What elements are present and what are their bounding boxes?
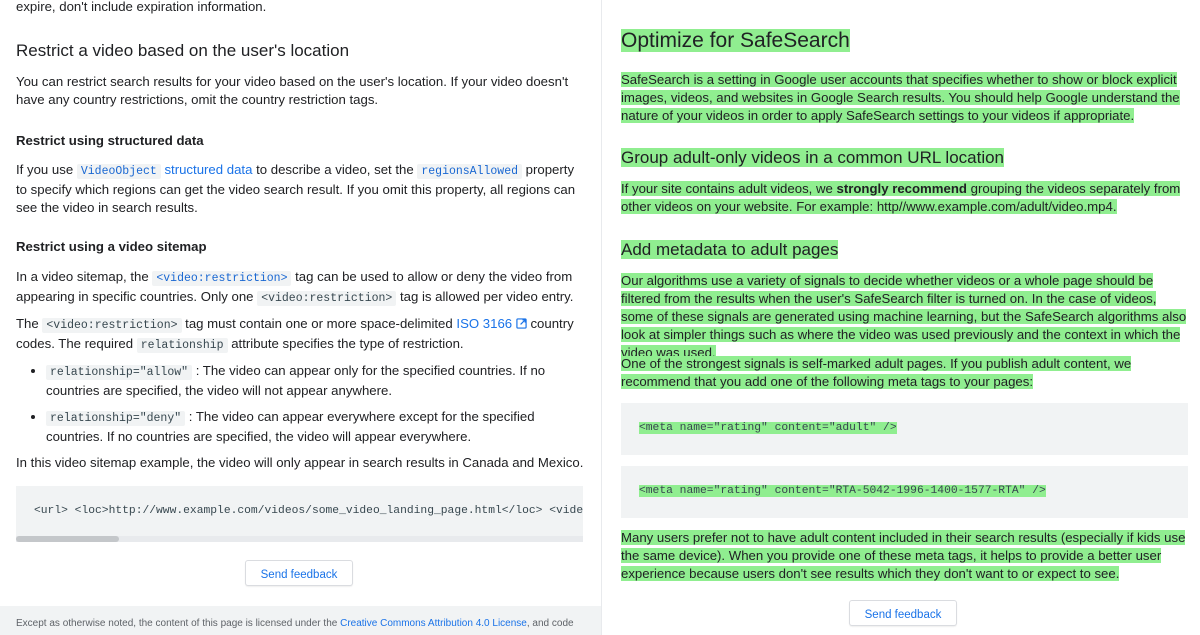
heading-group-adult-videos: Group adult-only videos in a common URL … xyxy=(621,146,1189,170)
license-text: Except as otherwise noted, the content o… xyxy=(16,617,574,631)
paragraph-restriction-format: The <video:restriction> tag must contain… xyxy=(16,315,586,355)
highlighted-code: <meta name="rating" content="adult" /> xyxy=(639,422,897,434)
code-line: <url> <loc>http://www.example.com/videos… xyxy=(34,505,583,517)
license-footer: Except as otherwise noted, the content o… xyxy=(0,606,601,635)
code-video-restriction: <video:restriction> xyxy=(42,318,182,333)
heading-structured-data: Restrict using structured data xyxy=(16,133,204,148)
heading-optimize-safesearch: Optimize for SafeSearch xyxy=(621,27,1189,55)
external-link-icon xyxy=(516,318,527,329)
send-feedback-button[interactable]: Send feedback xyxy=(245,560,353,586)
structured-data-link[interactable]: structured data xyxy=(164,162,252,177)
sitemap-code-block: <url> <loc>http://www.example.com/videos… xyxy=(16,486,583,542)
paragraph-structured-data: If you use VideoObject structured data t… xyxy=(16,161,586,217)
highlighted-text: SafeSearch is a setting in Google user a… xyxy=(621,72,1180,123)
text: The xyxy=(16,316,43,331)
code-relationship-deny: relationship="deny" xyxy=(46,411,186,426)
left-document-pane: expire, don't include expiration informa… xyxy=(0,0,601,635)
strongly-recommend-text: strongly recommend xyxy=(836,181,967,196)
paragraph-restrict-location: You can restrict search results for your… xyxy=(16,74,569,107)
code-line: <meta name="rating" content="adult" /> xyxy=(639,422,897,434)
iso-3166-link[interactable]: ISO 3166 xyxy=(456,316,527,331)
text: Except as otherwise noted, the content o… xyxy=(16,618,341,629)
text: tag must contain one or more space-delim… xyxy=(181,316,457,331)
code-relationship: relationship xyxy=(136,338,228,353)
right-document-pane: Optimize for SafeSearch SafeSearch is a … xyxy=(601,0,1200,635)
heading-add-metadata: Add metadata to adult pages xyxy=(621,238,1189,262)
highlighted-text: If your site contains adult videos, we xyxy=(621,181,837,196)
code-line: <meta name="rating" content="RTA-5042-19… xyxy=(639,485,1046,497)
meta-adult-code-block: <meta name="rating" content="adult" /> xyxy=(621,403,1188,455)
highlighted-text: Optimize for SafeSearch xyxy=(621,29,850,52)
code-video-restriction: <video:restriction> xyxy=(257,291,397,306)
text: If you use xyxy=(16,162,77,177)
text: to describe a video, set the xyxy=(252,162,418,177)
paragraph-sitemap-example: In this video sitemap example, the video… xyxy=(16,455,584,470)
iso-3166-link-label: ISO 3166 xyxy=(456,316,513,331)
code-regions-allowed: regionsAllowed xyxy=(417,164,522,179)
paragraph-group-adult-videos: If your site contains adult videos, we s… xyxy=(621,180,1189,216)
heading-restrict-location: Restrict a video based on the user's loc… xyxy=(16,41,350,60)
text: In a video sitemap, the xyxy=(16,269,153,284)
heading-video-sitemap: Restrict using a video sitemap xyxy=(16,239,207,254)
send-feedback-button[interactable]: Send feedback xyxy=(849,600,957,626)
code-videoobject: VideoObject xyxy=(76,164,161,179)
paragraph-algorithms: Our algorithms use a variety of signals … xyxy=(621,272,1189,362)
paragraph-strongest-signals: One of the strongest signals is self-mar… xyxy=(621,355,1189,391)
code-video-restriction: <video:restriction> xyxy=(152,271,292,286)
highlighted-code: <meta name="rating" content="RTA-5042-19… xyxy=(639,485,1046,497)
paragraph-safesearch: SafeSearch is a setting in Google user a… xyxy=(621,71,1189,125)
highlighted-text: Add metadata to adult pages xyxy=(621,240,839,259)
intro-tail-text: expire, don't include expiration informa… xyxy=(16,0,267,14)
relationship-list: relationship="allow" : The video can app… xyxy=(16,362,586,454)
paragraph-sitemap-restriction: In a video sitemap, the <video:restricti… xyxy=(16,268,586,308)
text: attribute specifies the type of restrict… xyxy=(227,336,464,351)
highlighted-text: Group adult-only videos in a common URL … xyxy=(621,148,1005,167)
highlighted-text: One of the strongest signals is self-mar… xyxy=(621,356,1132,389)
cc-license-link[interactable]: Creative Commons Attribution 4.0 License xyxy=(340,618,527,629)
video-restriction-code-link[interactable]: <video:restriction> xyxy=(152,269,292,286)
scrollbar-thumb[interactable] xyxy=(16,536,119,542)
videoobject-code-link[interactable]: VideoObject xyxy=(76,162,161,179)
list-item-deny: relationship="deny" : The video can appe… xyxy=(46,408,586,446)
highlighted-text: Our algorithms use a variety of signals … xyxy=(621,273,1187,360)
text: tag is allowed per video entry. xyxy=(396,289,574,304)
regions-allowed-code-link[interactable]: regionsAllowed xyxy=(417,162,522,179)
meta-rta-code-block: <meta name="rating" content="RTA-5042-19… xyxy=(621,466,1188,518)
highlighted-text: Many users prefer not to have adult cont… xyxy=(621,530,1186,581)
text: , and code xyxy=(526,618,574,629)
code-horizontal-scrollbar[interactable] xyxy=(16,536,583,542)
code-relationship-allow: relationship="allow" xyxy=(46,365,193,380)
list-item-allow: relationship="allow" : The video can app… xyxy=(46,362,586,400)
paragraph-user-experience: Many users prefer not to have adult cont… xyxy=(621,529,1189,583)
